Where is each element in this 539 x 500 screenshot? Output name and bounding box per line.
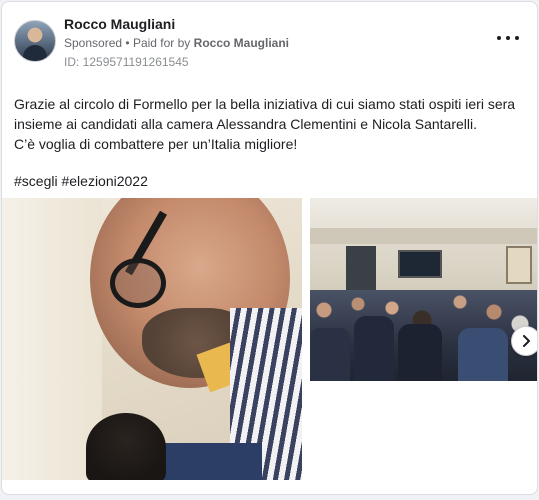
image-kid-head: [86, 413, 166, 480]
ad-id: ID: 1259571191261545: [64, 55, 189, 69]
image-beam: [310, 228, 537, 244]
post-body: Grazie al circolo di Formello per la bel…: [14, 94, 526, 154]
paid-for-name: Rocco Maugliani: [193, 36, 289, 50]
author-avatar[interactable]: [14, 20, 56, 62]
image-tv: [398, 250, 442, 278]
more-horizontal-icon: [497, 36, 501, 40]
image-door: [346, 246, 376, 296]
sponsored-line: Sponsored • Paid for by Rocco Maugliani: [64, 36, 289, 50]
post-body-line: Grazie al circolo di Formello per la bel…: [14, 96, 516, 132]
more-horizontal-icon-dot: [515, 36, 519, 40]
more-horizontal-icon-dot: [506, 36, 510, 40]
image-person: [398, 324, 442, 381]
image-kid-shirt: [152, 443, 262, 480]
avatar-figure: [23, 45, 47, 61]
carousel-next-button[interactable]: [511, 326, 537, 356]
chevron-right-icon: [523, 335, 530, 347]
sponsored-label: Sponsored: [64, 36, 123, 50]
ad-post-card: Rocco Maugliani Sponsored • Paid for by …: [1, 1, 538, 495]
image-person: [354, 316, 394, 381]
post-image-audience[interactable]: [310, 198, 537, 381]
post-hashtags[interactable]: #scegli #elezioni2022: [14, 173, 148, 189]
image-person: [458, 328, 508, 381]
paid-for-prefix: Paid for by: [132, 36, 191, 50]
author-name[interactable]: Rocco Maugliani: [64, 16, 175, 32]
meta-separator: •: [125, 36, 130, 50]
image-person: [310, 328, 350, 381]
image-window: [506, 246, 532, 284]
post-body-line: C’è voglia di combattere per un’Italia m…: [14, 136, 298, 152]
more-options-button[interactable]: [497, 30, 519, 46]
image-glasses: [110, 258, 166, 308]
post-image-selfie[interactable]: [2, 198, 302, 480]
